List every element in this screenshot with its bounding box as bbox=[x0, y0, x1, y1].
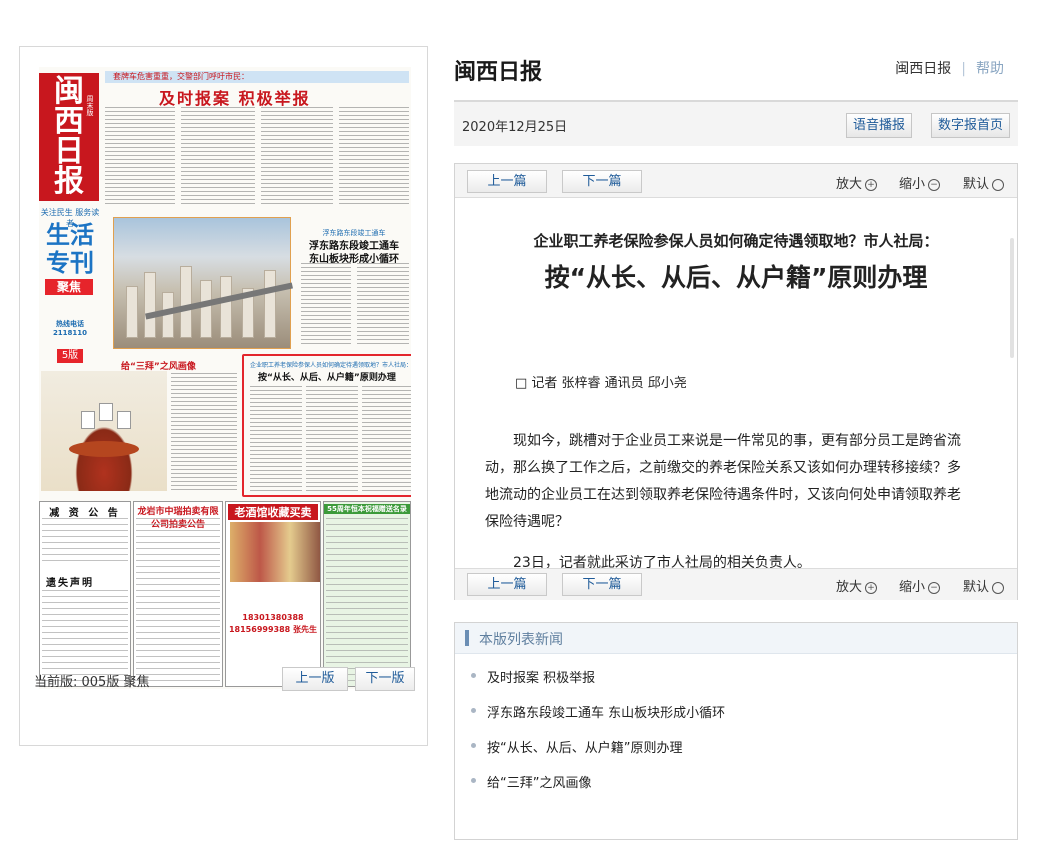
minus-icon: − bbox=[928, 178, 941, 191]
news-list-item[interactable]: 及时报案 积极举报 bbox=[471, 667, 725, 702]
masthead-char: 闽 bbox=[54, 74, 84, 109]
collection-ad-phones: 18301380388 18156999388 张先生 bbox=[226, 612, 320, 636]
news-list-item[interactable]: 给“三拜”之风画像 bbox=[471, 772, 725, 807]
article-paragraph: 23日，记者就此采访了市人社局的相关负责人。 bbox=[513, 555, 811, 568]
issue-date: 2020年12月25日 bbox=[462, 120, 568, 135]
page-number-badge: 5版 bbox=[57, 349, 83, 363]
news-list-items: 及时报案 积极举报 浮东路东段竣工通车 东山板块形成小循环 按“从长、从后、从户… bbox=[471, 667, 725, 807]
zoom-out-label: 缩小 bbox=[899, 177, 926, 192]
current-page-label: 当前版: 005版 聚焦 bbox=[34, 675, 150, 690]
news-list-item[interactable]: 按“从长、从后、从户籍”原则办理 bbox=[471, 737, 725, 772]
article-byline: □ 记者 张梓睿 通讯员 邱小尧 bbox=[515, 376, 687, 391]
voice-broadcast-button[interactable]: 语音播报 bbox=[846, 113, 913, 138]
digital-home-button[interactable]: 数字报首页 bbox=[931, 113, 1011, 138]
article-title: 按“从长、从后、从户籍”原则办理 bbox=[544, 263, 928, 292]
zoom-in-label: 放大 bbox=[836, 177, 863, 192]
article-text-column bbox=[357, 263, 409, 347]
article-text-column bbox=[250, 386, 302, 492]
prev-page-button[interactable]: 上一版 bbox=[282, 667, 348, 691]
zoom-default-control[interactable]: 默认 bbox=[963, 576, 1005, 595]
headline-main: 及时报案 积极举报 bbox=[159, 89, 311, 108]
gift-list-ad-title: 55周年恒本祝福赠送名录 bbox=[324, 504, 410, 514]
masthead-char: 西 bbox=[54, 104, 84, 139]
article-text-column bbox=[171, 373, 237, 491]
newspaper-preview-panel: 闽 西 日 报 周末版 关注民生 服务读者 生活 专刊 聚焦 热线电话 2118… bbox=[19, 46, 428, 746]
minus-icon: − bbox=[928, 581, 941, 594]
collection-ad: 老酒馆收藏买卖 18301380388 18156999388 张先生 bbox=[225, 501, 321, 687]
gift-list-ad: 55周年恒本祝福赠送名录 bbox=[323, 501, 411, 687]
life-title-line: 生活 bbox=[46, 220, 94, 249]
article-content[interactable]: 企业职工养老保险参保人员如何确定待遇领取地？市人社局： 按“从长、从后、从户籍”… bbox=[455, 198, 1017, 568]
masthead-subtitle: 周末版 bbox=[86, 95, 94, 116]
ads-section: 减 资 公 告 遗失声明 龙岩市中瑞拍卖有限公司拍卖公告 老酒馆收藏买卖 183… bbox=[39, 501, 411, 687]
hotline: 热线电话 2118110 bbox=[52, 320, 88, 337]
road-article-title-line: 浮东路东段竣工通车 bbox=[309, 241, 399, 252]
header-accent-bar bbox=[465, 630, 469, 646]
newspaper-page-image[interactable]: 闽 西 日 报 周末版 关注民生 服务读者 生活 专刊 聚焦 热线电话 2118… bbox=[39, 67, 411, 689]
article-text-column bbox=[261, 107, 333, 207]
plus-icon: + bbox=[865, 178, 878, 191]
prev-article-button[interactable]: 上一篇 bbox=[467, 170, 547, 193]
zoom-out-control[interactable]: 缩小 − bbox=[899, 173, 941, 192]
sanbai-illustration bbox=[41, 371, 167, 491]
news-list-heading: 本版列表新闻 bbox=[479, 632, 563, 648]
article-text-column bbox=[306, 386, 358, 492]
next-article-button[interactable]: 下一篇 bbox=[562, 573, 642, 596]
zoom-default-label: 默认 bbox=[963, 177, 990, 192]
article-scrollbar[interactable] bbox=[1010, 238, 1014, 358]
article-subtitle: 企业职工养老保险参保人员如何确定待遇领取地？市人社局： bbox=[533, 232, 939, 250]
notice-ad-title: 减 资 公 告 bbox=[49, 508, 121, 519]
link-divider: | bbox=[961, 61, 966, 77]
next-article-button[interactable]: 下一篇 bbox=[562, 170, 642, 193]
road-article-kicker: 浮东路东段竣工通车 bbox=[322, 229, 386, 237]
masthead-logo: 闽 西 日 报 周末版 bbox=[39, 73, 99, 201]
site-title: 闽西日报 bbox=[454, 60, 543, 85]
life-column-title: 生活 专刊 bbox=[39, 221, 101, 277]
zoom-in-control[interactable]: 放大 + bbox=[836, 576, 878, 595]
collection-ad-title: 老酒馆收藏买卖 bbox=[228, 504, 318, 520]
zoom-in-control[interactable]: 放大 + bbox=[836, 173, 878, 192]
home-link[interactable]: 闽西日报 bbox=[895, 61, 951, 77]
zoom-in-label: 放大 bbox=[836, 580, 863, 595]
selected-article-highlight[interactable]: 企业职工养老保险参保人员如何确定待遇领取地？市人社局： 按“从长、从后、从户籍”… bbox=[242, 354, 411, 497]
article-text-column bbox=[301, 263, 351, 347]
article-paragraph: 现如今，跳槽对于企业员工来说是一件常见的事，更有部分员工是跨省流动，那么换了工作… bbox=[485, 433, 961, 530]
article-toolbar-top: 上一篇 下一篇 放大 + 缩小 − 默认 bbox=[455, 164, 1017, 198]
article-panel: 上一篇 下一篇 放大 + 缩小 − 默认 企业职工养老保险参保人员如何确定待遇领取地… bbox=[454, 163, 1018, 600]
road-article-headline: 浮东路东段竣工通车 浮东路东段竣工通车 东山板块形成小循环 bbox=[301, 227, 407, 266]
circle-icon bbox=[992, 581, 1005, 594]
headline-kicker: 套牌车危害重重，交警部门呼吁市民： bbox=[105, 71, 409, 83]
life-title-line: 专刊 bbox=[46, 248, 94, 277]
masthead-char: 报 bbox=[54, 164, 84, 199]
plus-icon: + bbox=[865, 581, 878, 594]
article-text-column bbox=[181, 107, 255, 207]
collection-phone: 18301380388 bbox=[242, 613, 304, 622]
page-news-list: 本版列表新闻 及时报案 积极举报 浮东路东段竣工通车 东山板块形成小循环 按“从… bbox=[454, 622, 1018, 840]
selected-article-kicker: 企业职工养老保险参保人员如何确定待遇领取地？市人社局： bbox=[250, 362, 411, 369]
city-aerial-photo bbox=[113, 217, 293, 349]
selected-article-title: 按“从长、从后、从户籍”原则办理 bbox=[258, 373, 396, 383]
zoom-out-label: 缩小 bbox=[899, 580, 926, 595]
focus-tag: 聚焦 bbox=[45, 279, 93, 295]
masthead-char: 日 bbox=[54, 134, 84, 169]
auction-ad: 龙岩市中瑞拍卖有限公司拍卖公告 bbox=[133, 501, 223, 687]
lost-notice-title: 遗失声明 bbox=[46, 578, 94, 589]
prev-article-button[interactable]: 上一篇 bbox=[467, 573, 547, 596]
top-links: 闽西日报 | 帮助 bbox=[895, 58, 1004, 78]
zoom-default-label: 默认 bbox=[963, 580, 990, 595]
help-link[interactable]: 帮助 bbox=[976, 61, 1004, 77]
article-text-column bbox=[362, 386, 411, 492]
article-text-column bbox=[339, 107, 409, 207]
article-text-column bbox=[105, 107, 175, 207]
article-toolbar-bottom: 上一篇 下一篇 放大 + 缩小 − 默认 bbox=[455, 568, 1017, 600]
date-toolbar: 2020年12月25日 语音播报 数字报首页 bbox=[454, 100, 1018, 146]
notice-ad: 减 资 公 告 遗失声明 bbox=[39, 501, 131, 687]
news-list-header: 本版列表新闻 bbox=[455, 623, 1017, 654]
next-page-button[interactable]: 下一版 bbox=[355, 667, 415, 691]
circle-icon bbox=[992, 178, 1005, 191]
zoom-default-control[interactable]: 默认 bbox=[963, 173, 1005, 192]
collection-phone: 18156999388 张先生 bbox=[228, 625, 317, 634]
news-list-item[interactable]: 浮东路东段竣工通车 东山板块形成小循环 bbox=[471, 702, 725, 737]
zoom-out-control[interactable]: 缩小 − bbox=[899, 576, 941, 595]
